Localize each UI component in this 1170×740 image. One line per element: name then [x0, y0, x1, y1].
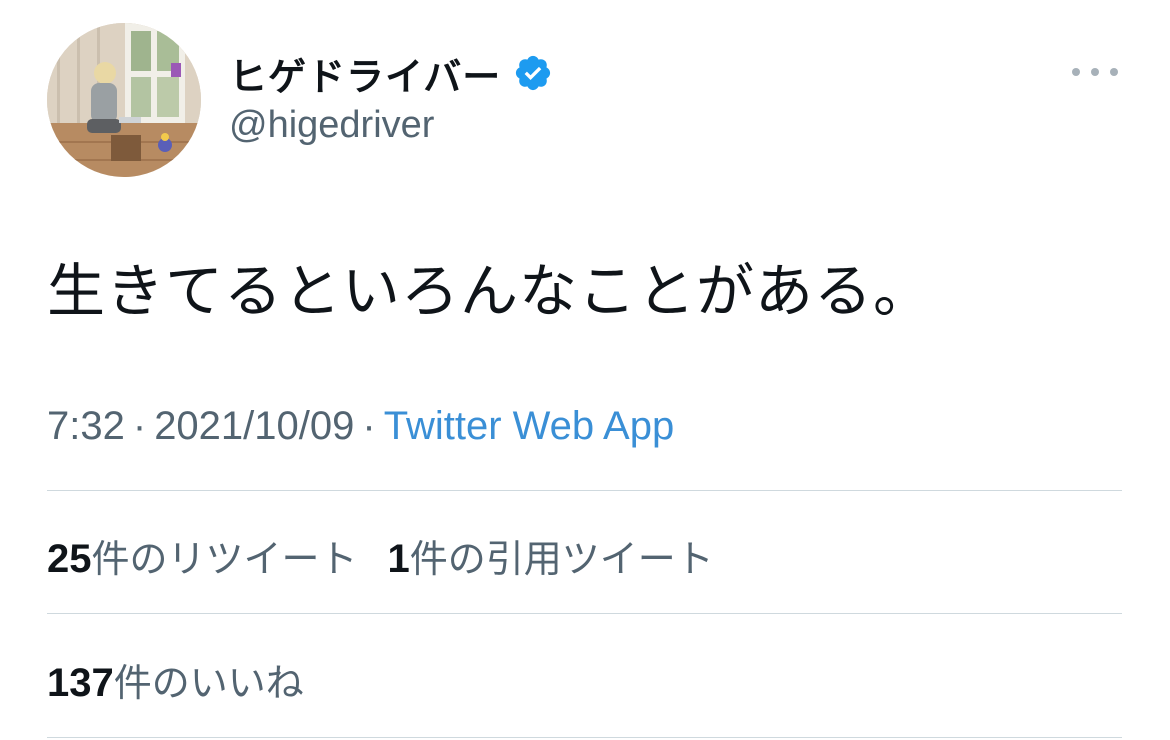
- more-horizontal-icon: [1072, 68, 1080, 76]
- divider: [47, 613, 1122, 614]
- likes-stats-row: 137 件のいいね: [47, 652, 304, 707]
- quotes-count: 1: [387, 537, 410, 581]
- engagement-stats-row: 25 件のリツイート 1 件の引用ツイート: [47, 528, 714, 583]
- likes-stat[interactable]: 137 件のいいね: [47, 652, 304, 707]
- retweets-label: 件のリツイート: [91, 537, 358, 581]
- likes-count: 137: [47, 661, 114, 705]
- display-name[interactable]: ヒゲドライバー: [229, 46, 501, 101]
- more-options-button[interactable]: [1072, 60, 1118, 84]
- tweet-metadata: 7:32 · 2021/10/09 · Twitter Web App: [47, 404, 674, 449]
- verified-badge-icon: [513, 53, 553, 93]
- tweet-text: 生きてるといろんなことがある。: [47, 257, 933, 325]
- divider: [47, 737, 1122, 738]
- likes-label: 件のいいね: [113, 661, 304, 705]
- tweet-time[interactable]: 7:32: [47, 404, 125, 448]
- author-name-row[interactable]: ヒゲドライバー: [229, 46, 553, 101]
- avatar[interactable]: [47, 23, 201, 177]
- divider: [47, 490, 1122, 491]
- tweet-source-link[interactable]: Twitter Web App: [384, 404, 675, 448]
- retweets-stat[interactable]: 25 件のリツイート: [47, 528, 358, 583]
- quotes-stat[interactable]: 1 件の引用ツイート: [388, 528, 714, 583]
- avatar-photo: [47, 23, 201, 177]
- tweet-detail: ヒゲドライバー @higedriver 生きてるといろんなことがある。 7:32…: [0, 0, 1170, 740]
- author-handle[interactable]: @higedriver: [229, 104, 434, 147]
- retweets-count: 25: [47, 537, 92, 581]
- separator-dot: ·: [362, 404, 376, 448]
- separator-dot: ·: [132, 404, 147, 448]
- quotes-label: 件の引用ツイート: [409, 537, 714, 581]
- tweet-date[interactable]: 2021/10/09: [154, 404, 354, 448]
